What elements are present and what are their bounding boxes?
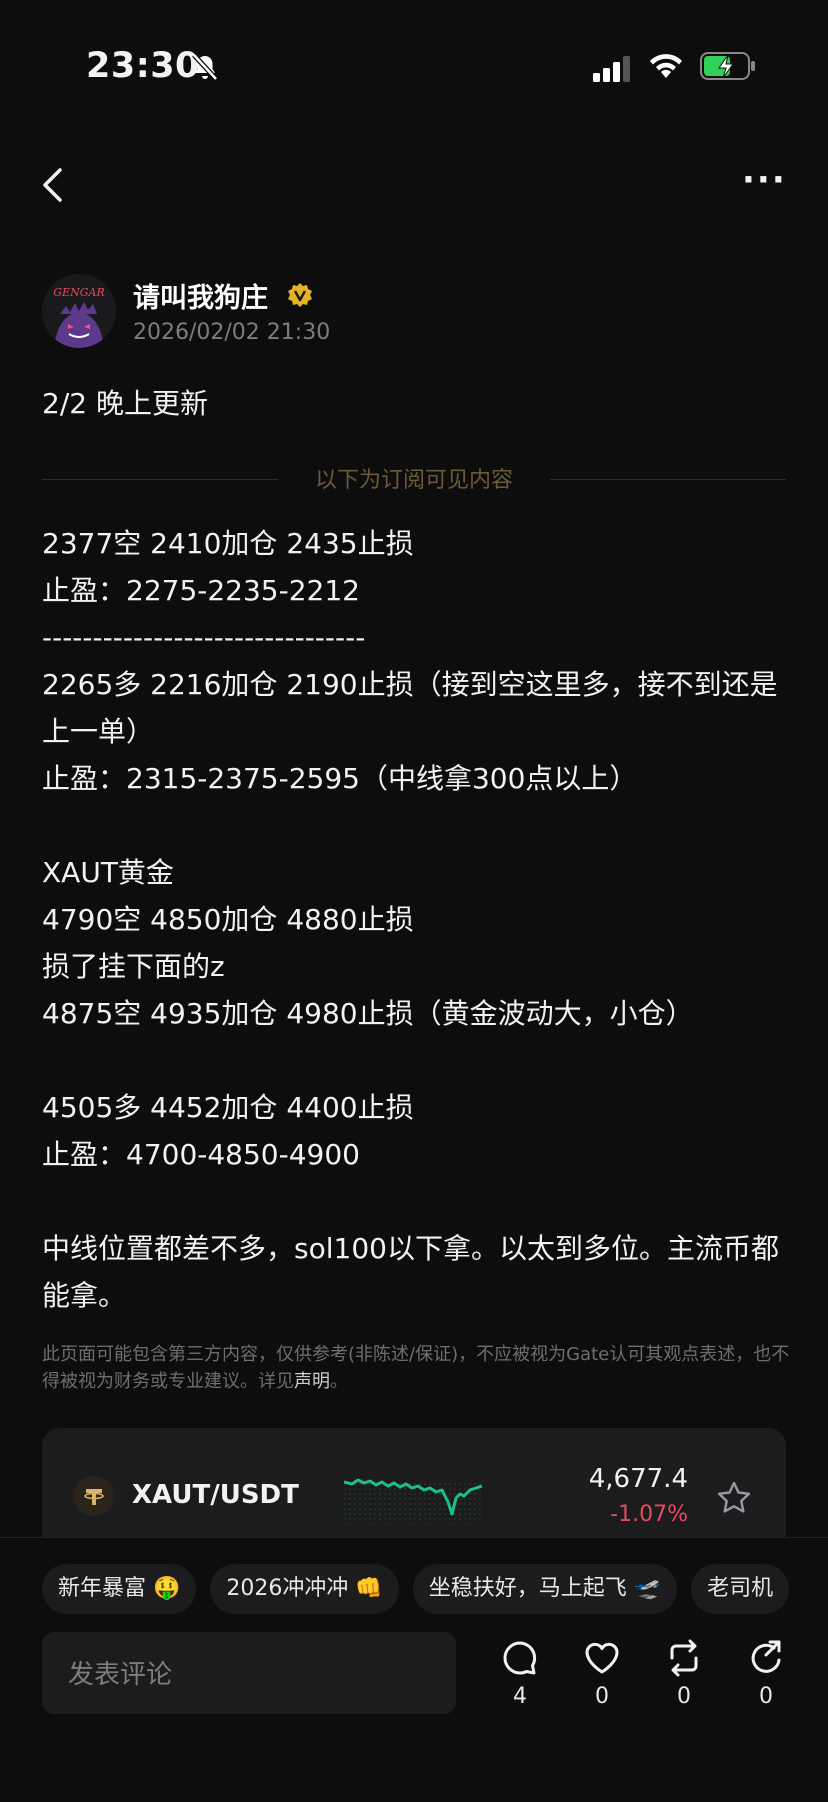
price-sparkline xyxy=(344,1478,484,1524)
post-body: 2377空 2410加仓 2435止损 止盈：2275-2235-2212 ----… xyxy=(42,520,792,1319)
ticker-pair: XAUT/USDT xyxy=(132,1480,299,1510)
post-line: 止盈：2275-2235-2212 xyxy=(42,574,360,607)
post-line: 2265多 2216加仓 2190止损（接到空这里多，接不到还是上一单） xyxy=(42,668,778,748)
like-count: 0 xyxy=(595,1684,609,1709)
like-button[interactable]: 0 xyxy=(572,1638,632,1709)
cellular-signal-icon xyxy=(593,56,630,82)
share-icon xyxy=(751,1640,781,1673)
post-timestamp: 2026/02/02 21:30 xyxy=(133,320,331,345)
comment-button[interactable]: 4 xyxy=(490,1638,550,1709)
post-line: 2377空 2410加仓 2435止损 xyxy=(42,527,414,560)
quick-reply-chip[interactable]: 坐稳扶好，马上起飞 🛫 xyxy=(412,1564,678,1614)
repost-button[interactable]: 0 xyxy=(654,1638,714,1709)
post-line: 中线位置都差不多，sol100以下拿。以太到多位。主流币都能拿。 xyxy=(42,1232,779,1312)
status-time: 23:30 xyxy=(86,46,200,86)
status-bar: 23:30 xyxy=(0,0,828,130)
post-line xyxy=(42,1178,792,1225)
post-intro: 2/2 晚上更新 xyxy=(42,387,208,420)
comment-input[interactable]: 发表评论 xyxy=(42,1632,456,1714)
disclaimer-text: 此页面可能包含第三方内容，仅供参考(非陈述/保证)，不应被视为Gate认可其观点… xyxy=(42,1344,790,1392)
post-line xyxy=(42,1037,792,1084)
comment-count: 4 xyxy=(513,1684,527,1709)
post-line: 止盈：2315-2375-2595（中线拿300点以上） xyxy=(42,762,638,795)
svg-text:GENGAR: GENGAR xyxy=(53,286,104,299)
divider-line-right xyxy=(550,479,786,480)
post-line: -------------------------------- xyxy=(42,621,366,654)
post-line: 止盈：4700-4850-4900 xyxy=(42,1138,360,1171)
repost-icon xyxy=(670,1639,698,1677)
verified-badge-icon xyxy=(288,283,312,307)
nav-bar: ··· xyxy=(0,160,828,210)
post-line xyxy=(42,802,792,849)
quick-reply-chip[interactable]: 2026冲冲冲 👊 xyxy=(210,1564,399,1614)
bottom-bar: 新年暴富 🤑 2026冲冲冲 👊 坐稳扶好，马上起飞 🛫 老司机 发表评论 4 0 0 xyxy=(0,1537,828,1802)
subscriber-divider: 以下为订阅可见内容 xyxy=(42,462,786,496)
favorite-star-icon[interactable] xyxy=(716,1480,752,1516)
author-avatar[interactable]: GENGAR xyxy=(42,274,116,348)
post-line: 损了挂下面的z xyxy=(42,950,225,983)
back-arrow-icon[interactable] xyxy=(40,166,64,204)
heart-icon xyxy=(585,1642,619,1674)
disclaimer-link[interactable]: 声明 xyxy=(294,1371,330,1392)
ticker-price: 4,677.4 xyxy=(588,1464,688,1494)
battery-charging-icon xyxy=(700,52,755,80)
bell-muted-icon xyxy=(192,53,218,81)
post-line: XAUT黄金 xyxy=(42,856,174,889)
repost-count: 0 xyxy=(677,1684,691,1709)
tether-gold-coin-icon xyxy=(74,1476,114,1516)
more-options-icon[interactable]: ··· xyxy=(742,160,787,200)
comment-icon xyxy=(503,1641,537,1675)
subscriber-divider-label: 以下为订阅可见内容 xyxy=(314,468,513,493)
ticker-change: -1.07% xyxy=(610,1502,688,1527)
quick-reply-chips: 新年暴富 🤑 2026冲冲冲 👊 坐稳扶好，马上起飞 🛫 老司机 xyxy=(42,1564,803,1614)
disclaimer-end: 。 xyxy=(330,1371,348,1392)
gengar-avatar-icon: GENGAR xyxy=(42,274,116,348)
ticker-card[interactable]: XAUT/USDT 4,677.4 -1.07% xyxy=(42,1428,786,1548)
post-line: 4875空 4935加仓 4980止损（黄金波动大，小仓） xyxy=(42,997,694,1030)
author-name[interactable]: 请叫我狗庄 xyxy=(133,276,268,315)
author-header: GENGAR 请叫我狗庄 2026/02/02 21:30 xyxy=(42,274,802,354)
share-count: 0 xyxy=(759,1684,773,1709)
disclaimer: 此页面可能包含第三方内容，仅供参考(非陈述/保证)，不应被视为Gate认可其观点… xyxy=(42,1341,790,1395)
quick-reply-chip[interactable]: 老司机 xyxy=(691,1564,790,1614)
post-line: 4505多 4452加仓 4400止损 xyxy=(42,1091,414,1124)
share-button[interactable]: 0 xyxy=(736,1638,796,1709)
quick-reply-chip[interactable]: 新年暴富 🤑 xyxy=(42,1564,197,1614)
wifi-icon xyxy=(650,54,682,78)
comment-placeholder: 发表评论 xyxy=(68,1660,173,1690)
post-line: 4790空 4850加仓 4880止损 xyxy=(42,903,414,936)
